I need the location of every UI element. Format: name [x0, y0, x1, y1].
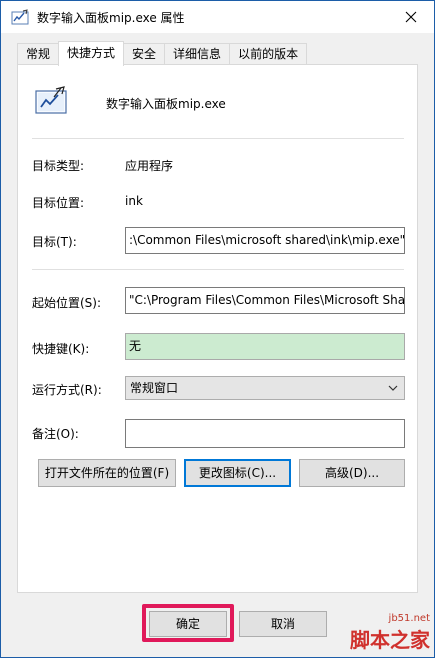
shortcut-app-icon [35, 86, 67, 114]
run-select-value: 常规窗口 [130, 381, 179, 395]
title-bar[interactable]: 数字输入面板mip.exe 属性 [1, 1, 434, 33]
tab-details[interactable]: 详细信息 [164, 43, 231, 65]
change-icon-button[interactable]: 更改图标(C)... [184, 459, 291, 487]
target-type-value: 应用程序 [125, 159, 174, 173]
target-type-label: 目标类型: [32, 159, 85, 173]
watermark-site: jb51.net [388, 613, 430, 624]
divider [32, 269, 404, 270]
ok-button-highlight [142, 604, 234, 642]
app-name: 数字输入面板mip.exe [106, 97, 226, 111]
tab-security[interactable]: 安全 [123, 43, 166, 65]
window-title: 数字输入面板mip.exe 属性 [37, 11, 185, 25]
target-location-value: ink [125, 194, 143, 208]
run-select[interactable]: 常规窗口 [125, 376, 405, 400]
properties-window: 数字输入面板mip.exe 属性 常规 快捷方式 安全 详细信息 以前的版本 数… [0, 0, 435, 658]
start-in-label: 起始位置(S): [32, 296, 102, 310]
shortcut-panel: 数字输入面板mip.exe 目标类型: 应用程序 目标位置: ink 目标(T)… [17, 64, 418, 593]
run-label: 运行方式(R): [32, 383, 102, 397]
tab-general[interactable]: 常规 [17, 43, 60, 65]
chevron-down-icon [388, 385, 398, 391]
hotkey-label: 快捷键(K): [32, 342, 90, 356]
cancel-button[interactable]: 取消 [239, 611, 327, 637]
app-title-icon [11, 9, 29, 25]
comment-label: 备注(O): [32, 427, 79, 441]
start-in-input[interactable]: "C:\Program Files\Common Files\Microsoft… [125, 287, 405, 314]
open-file-location-button[interactable]: 打开文件所在的位置(F) [38, 459, 176, 487]
tab-previous-versions[interactable]: 以前的版本 [229, 43, 308, 65]
target-location-label: 目标位置: [32, 196, 85, 210]
tab-strip: 常规 快捷方式 安全 详细信息 以前的版本 [17, 41, 308, 66]
target-label: 目标(T): [32, 235, 77, 249]
advanced-button[interactable]: 高级(D)... [299, 459, 405, 487]
tab-shortcut[interactable]: 快捷方式 [58, 41, 125, 66]
watermark: jb51.net 脚本之家 [350, 613, 430, 653]
comment-input[interactable] [125, 419, 405, 448]
close-icon [405, 11, 417, 23]
target-input[interactable]: :\Common Files\microsoft shared\ink\mip.… [125, 227, 405, 254]
divider [32, 138, 404, 139]
watermark-name: 脚本之家 [350, 628, 430, 652]
close-button[interactable] [388, 1, 434, 33]
hotkey-input[interactable]: 无 [125, 333, 405, 360]
